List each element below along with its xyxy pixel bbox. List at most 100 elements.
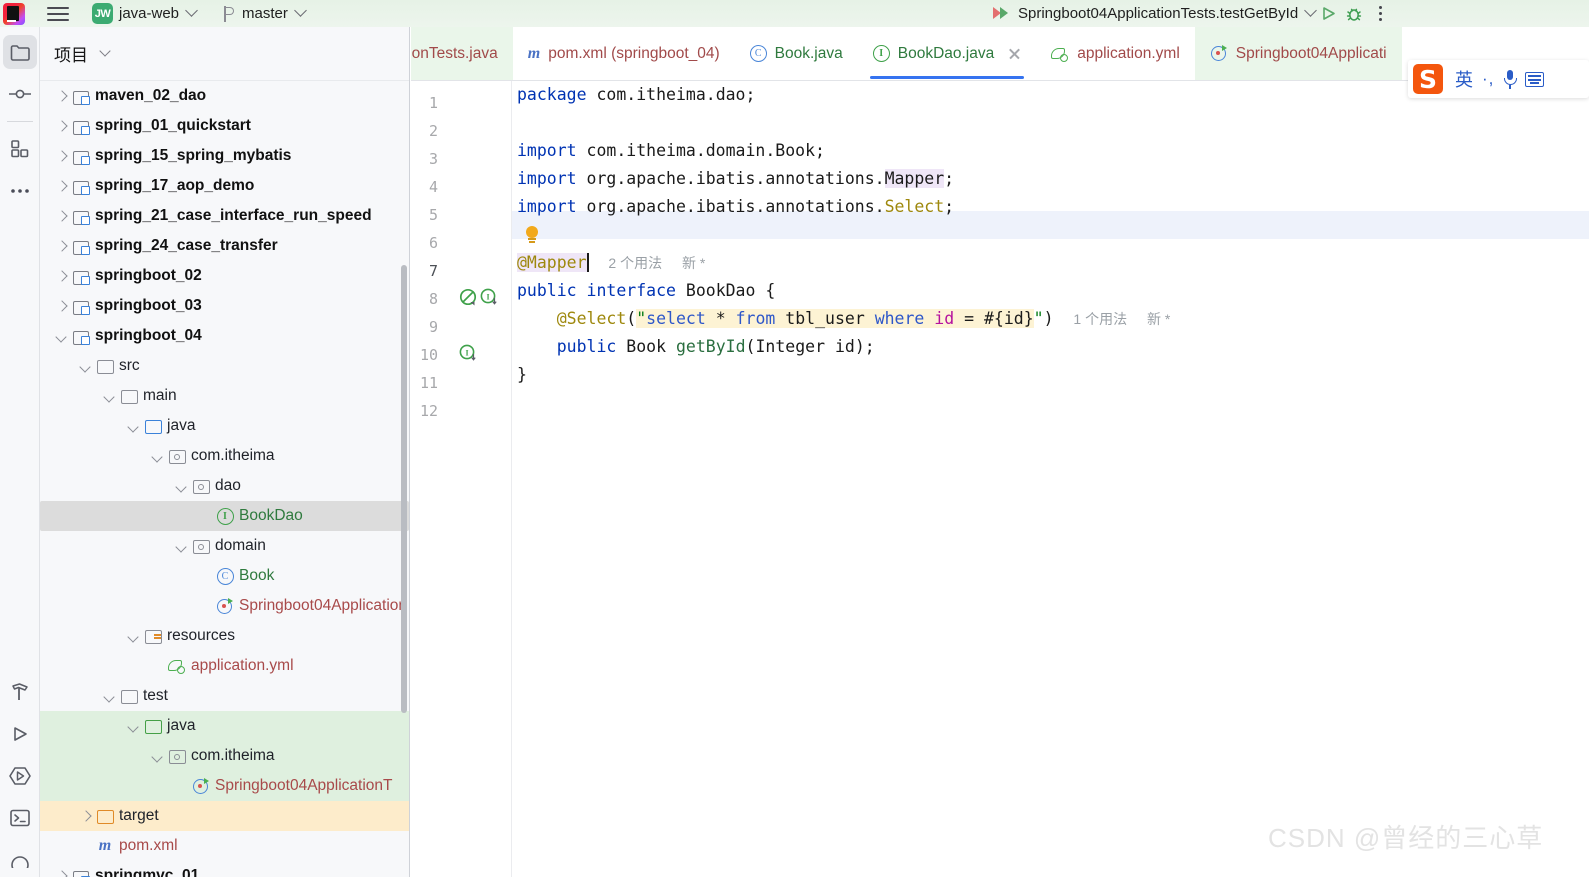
ime-microphone-button[interactable] [1503,69,1518,89]
sidebar-item-debug[interactable] [3,759,37,793]
chevron-right-icon[interactable] [54,268,70,284]
tree-node-resources[interactable]: resources [40,621,409,651]
project-name-label[interactable]: java-web [119,5,179,22]
tree-node-maven-02-dao[interactable]: maven_02_dao [40,81,409,111]
tree-node-spring-21-case-interface-run-speed[interactable]: spring_21_case_interface_run_speed [40,201,409,231]
chevron-down-icon[interactable] [126,628,142,644]
implementing-method-icon[interactable]: I [459,344,477,367]
tree-node-application-yml[interactable]: application.yml [40,651,409,681]
editor-tab-applicationtests-java[interactable]: CApplicationTests.java [411,27,513,80]
chevron-down-icon[interactable] [150,748,166,764]
chevron-right-icon[interactable] [54,118,70,134]
chevron-right-icon[interactable] [54,868,70,877]
chevron-right-icon[interactable] [54,148,70,164]
tree-node-springboot-03[interactable]: springboot_03 [40,291,409,321]
chevron-down-icon[interactable] [102,388,118,404]
tree-node-springboot-04[interactable]: springboot_04 [40,321,409,351]
tree-node-java[interactable]: java [40,411,409,441]
chevron-down-icon[interactable] [102,688,118,704]
ellipsis-icon [10,189,29,193]
editor-tab-bookdao-java[interactable]: I BookDao.java [858,27,1037,80]
tree-node-com-itheima[interactable]: com.itheima [40,741,409,771]
chevron-down-icon[interactable] [78,358,94,374]
hamburger-menu-icon[interactable] [47,6,69,21]
tree-node-target[interactable]: target [40,801,409,831]
main-toolbar: JW java-web master Springboot04Applicati… [0,0,1589,27]
chevron-right-icon[interactable] [78,808,94,824]
tree-node-springmvc-01[interactable]: springmvc_01 [40,861,409,877]
intention-bulb-icon[interactable] [525,226,539,244]
tree-node-test[interactable]: test [40,681,409,711]
sidebar-item-run[interactable] [3,717,37,751]
editor-tab-book-java[interactable]: C Book.java [735,27,858,80]
tree-node-springboot04application[interactable]: Springboot04Application [40,591,409,621]
tree-node-spring-17-aop-demo[interactable]: spring_17_aop_demo [40,171,409,201]
sidebar-item-bottom[interactable] [3,843,37,877]
run-configuration-label[interactable]: Springboot04ApplicationTests.testGetById [1018,5,1298,22]
tree-node-src[interactable]: src [40,351,409,381]
new-change-hint[interactable]: 新 * [682,255,705,271]
chevron-right-icon[interactable] [54,298,70,314]
sogou-ime-toolbar[interactable]: S 英 ·, [1408,60,1589,98]
chevron-right-icon[interactable] [54,238,70,254]
tree-node-spring-01-quickstart[interactable]: spring_01_quickstart [40,111,409,141]
panel-chevron-down-icon[interactable] [99,44,111,57]
tree-node-domain[interactable]: domain [40,531,409,561]
tree-node-bookdao[interactable]: I BookDao [40,501,409,531]
ime-mode-label[interactable]: 英 [1455,66,1473,92]
ime-keyboard-button[interactable] [1525,71,1545,87]
sidebar-item-more[interactable] [3,174,37,208]
more-options-button[interactable] [1367,2,1393,26]
sogou-logo-icon[interactable]: S [1410,62,1446,96]
sidebar-item-build[interactable] [3,675,37,709]
debug-button[interactable] [1341,2,1367,26]
tree-node-springboot-02[interactable]: springboot_02 [40,261,409,291]
branch-chevron-down-icon[interactable] [294,4,307,17]
chevron-down-icon[interactable] [174,538,190,554]
ime-punctuation-toggle[interactable]: ·, [1482,69,1494,89]
editor-tab-springboot04applicati[interactable]: Springboot04Applicati [1194,27,1402,80]
springboot-test-icon [190,777,212,795]
chevron-down-icon[interactable] [126,718,142,734]
chevron-down-icon[interactable] [174,478,190,494]
usage-hint[interactable]: 1 个用法 [1073,311,1127,327]
editor-tab-pom-xml--springboot-04-[interactable]: m pom.xml (springboot_04) [513,27,735,80]
implemented-marker-icon[interactable] [459,288,477,311]
tree-node-label: resources [167,627,236,645]
panel-title: 项目 [54,46,88,65]
code-line: package com.itheima.dao; [517,81,755,109]
tree-node-spring-15-spring-mybatis[interactable]: spring_15_spring_mybatis [40,141,409,171]
code-content[interactable]: package com.itheima.dao; import com.ithei… [512,81,1589,877]
chevron-right-icon[interactable] [54,88,70,104]
tree-node-pom-xml[interactable]: m pom.xml [40,831,409,861]
tree-node-label: test [143,687,168,705]
chevron-down-icon[interactable] [126,418,142,434]
tree-node-dao[interactable]: dao [40,471,409,501]
close-tab-icon[interactable] [1008,47,1021,60]
chevron-right-icon[interactable] [54,178,70,194]
run-button[interactable] [1315,2,1341,26]
tree-node-spring-24-case-transfer[interactable]: spring_24_case_transfer [40,231,409,261]
usage-hint[interactable]: 2 个用法 [608,255,662,271]
tree-node-main[interactable]: main [40,381,409,411]
tree-node-java[interactable]: java [40,711,409,741]
tree-node-springboot04applicationt[interactable]: Springboot04ApplicationT [40,771,409,801]
editor-tab-application-yml[interactable]: application.yml [1036,27,1195,80]
package-icon [190,537,212,555]
chevron-down-icon[interactable] [54,328,70,344]
project-chevron-down-icon[interactable] [185,4,198,17]
sidebar-item-commit[interactable] [3,77,37,111]
sidebar-item-project[interactable] [2,35,37,69]
tree-node-label: main [143,387,177,405]
chevron-right-icon[interactable] [54,208,70,224]
new-change-hint[interactable]: 新 * [1147,311,1170,327]
implementing-method-icon[interactable]: I [480,288,498,311]
sidebar-item-structure[interactable] [3,132,37,166]
tree-node-book[interactable]: C Book [40,561,409,591]
tree-node-com-itheima[interactable]: com.itheima [40,441,409,471]
editor-gutter[interactable]: 1 2 3 4 5 6 7 8 9 10 11 12 I I [411,81,512,877]
code-editor[interactable]: 1 2 3 4 5 6 7 8 9 10 11 12 I I package com.itheima.da… [411,81,1589,877]
branch-name-label[interactable]: master [242,5,288,22]
chevron-down-icon[interactable] [150,448,166,464]
sidebar-item-terminal[interactable] [3,801,37,835]
